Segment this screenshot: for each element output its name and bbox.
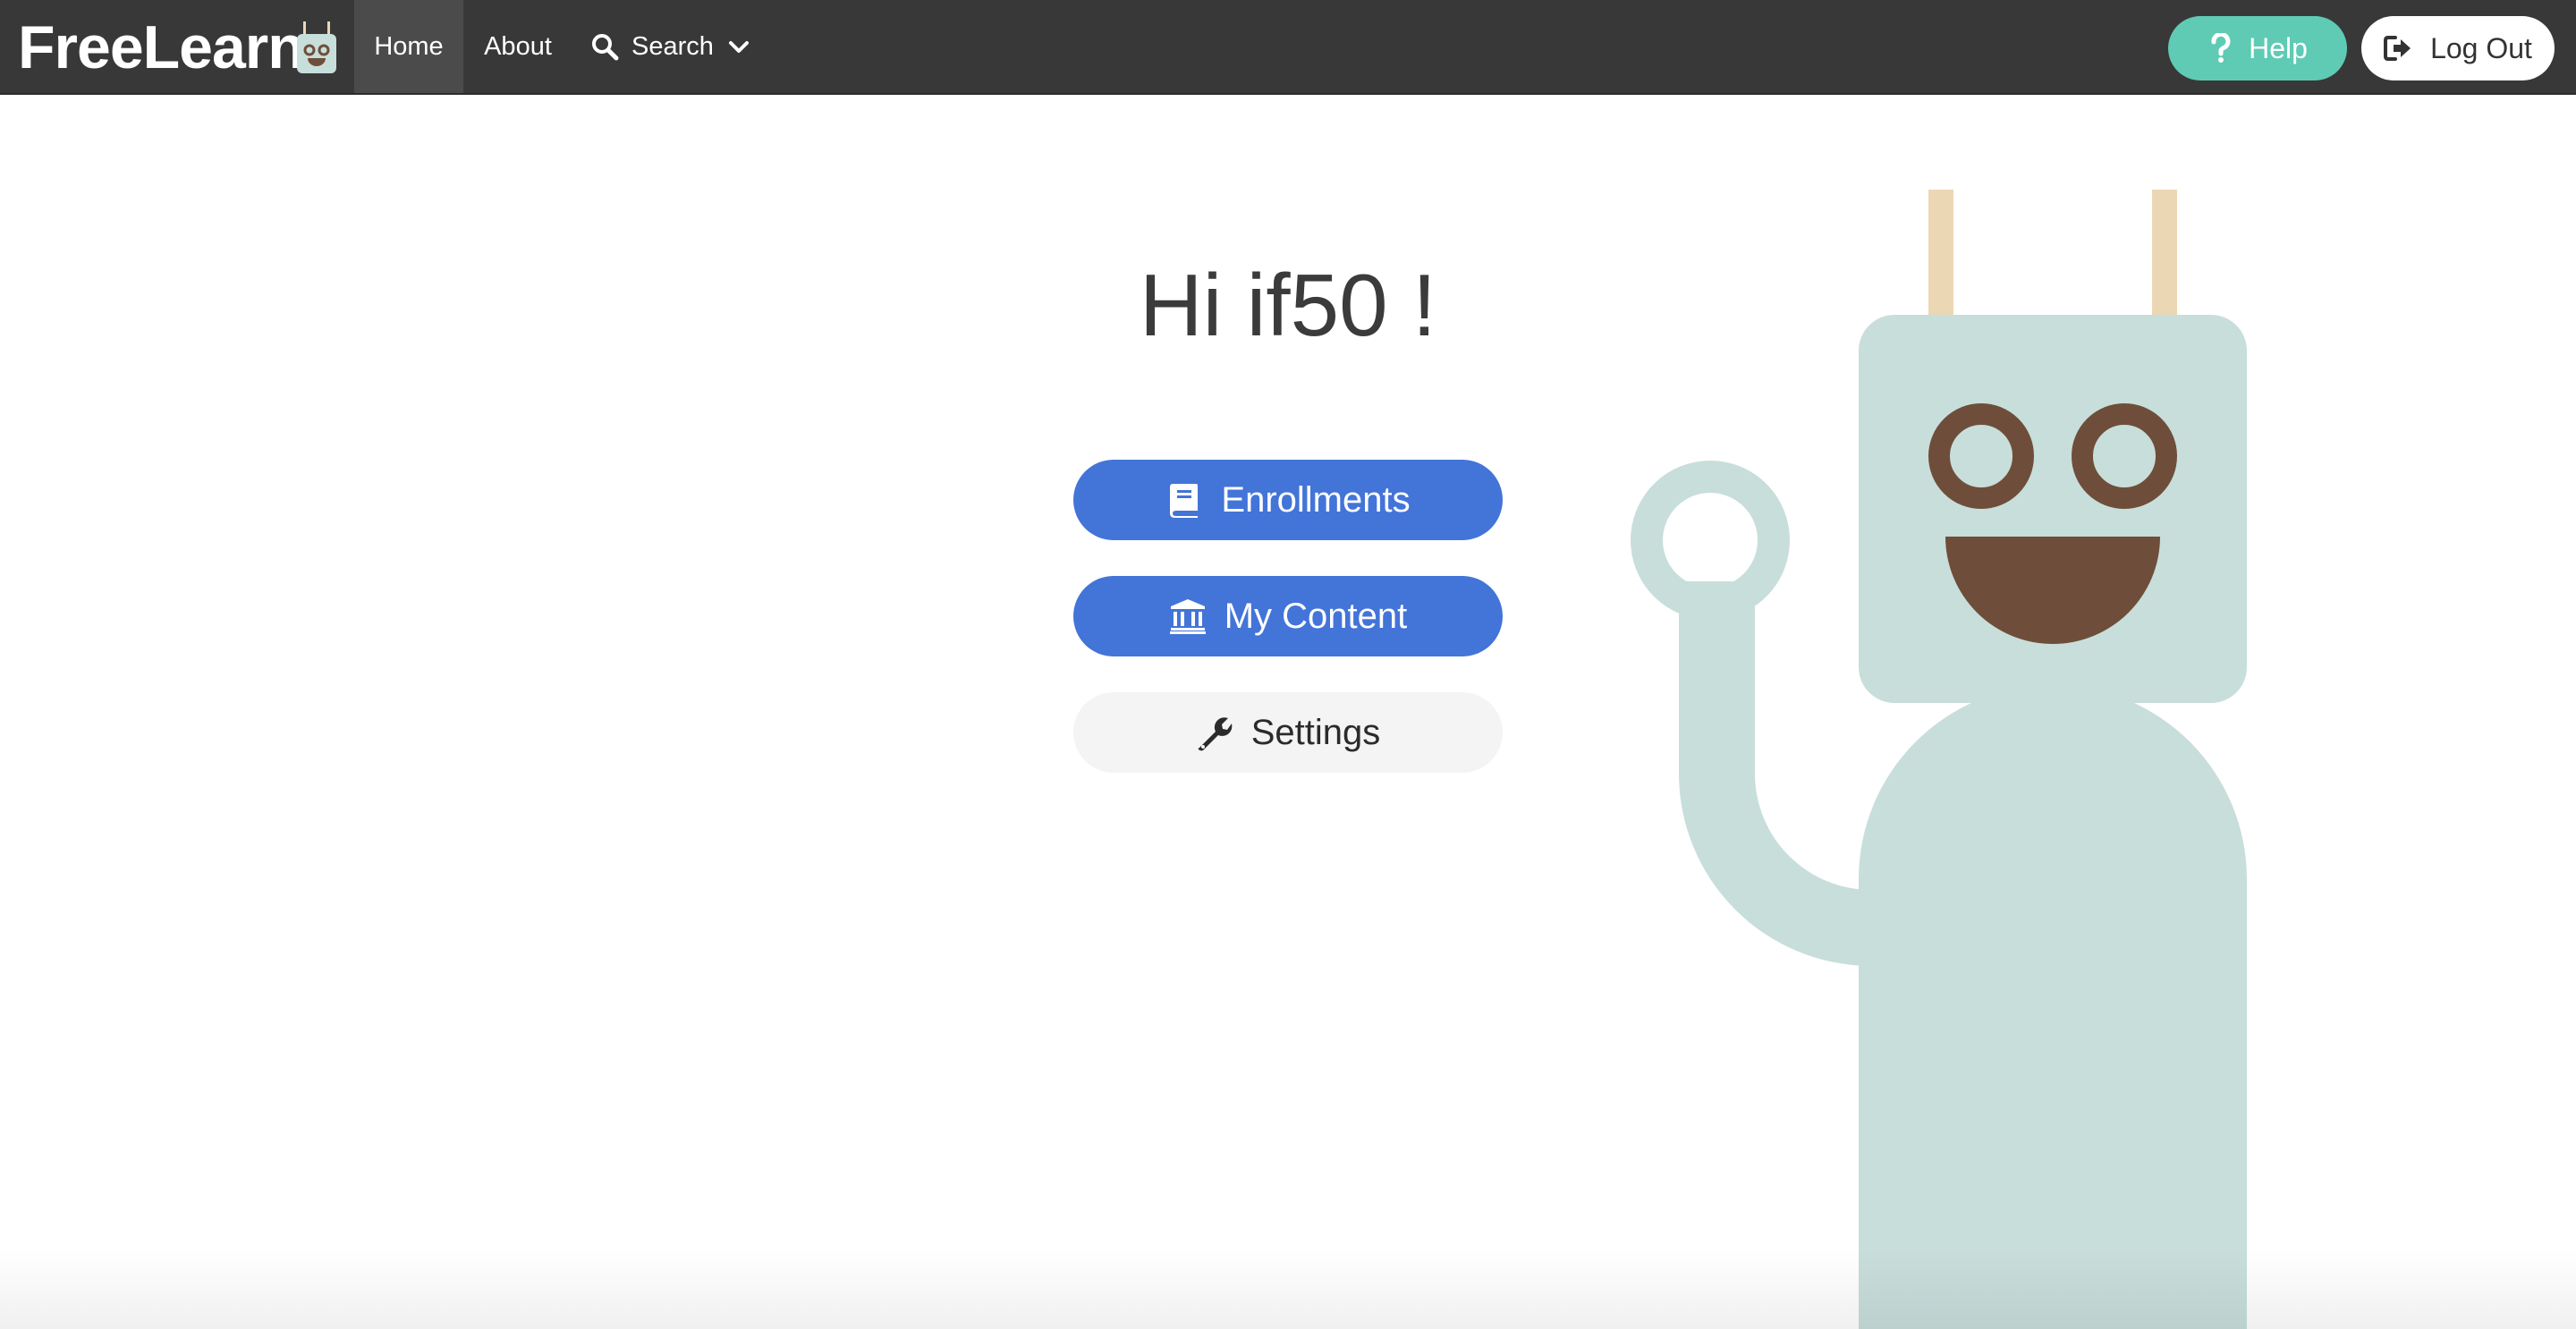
book-icon [1165, 481, 1203, 519]
help-label: Help [2249, 31, 2308, 64]
top-navbar: FreeLearn Home About Search Help Log Out [0, 0, 2576, 95]
nav-home-link[interactable]: Home [354, 0, 463, 93]
search-icon [590, 32, 619, 61]
robot-body [1859, 685, 2247, 1329]
enrollments-button[interactable]: Enrollments [1073, 460, 1503, 540]
logout-button[interactable]: Log Out [2361, 16, 2555, 80]
chevron-down-icon [728, 36, 750, 57]
robot-illustration [1631, 190, 2247, 1329]
nav-about-link[interactable]: About [463, 0, 572, 93]
nav-search-dropdown[interactable]: Search [590, 0, 757, 93]
page-greeting: Hi if50 ! [1139, 256, 1437, 354]
robot-logo-icon[interactable] [295, 21, 338, 77]
my-content-label: My Content [1224, 596, 1408, 636]
robot-antennas [1928, 190, 2177, 317]
help-button[interactable]: Help [2168, 16, 2347, 80]
question-icon [2207, 33, 2234, 63]
my-content-button[interactable]: My Content [1073, 576, 1503, 656]
settings-label: Settings [1250, 712, 1381, 752]
nav-about-label: About [484, 31, 552, 61]
settings-button[interactable]: Settings [1073, 692, 1503, 773]
institution-icon [1169, 597, 1207, 635]
nav-search-label: Search [631, 31, 714, 61]
robot-arm [1679, 581, 1871, 966]
sign-out-icon [2384, 34, 2412, 63]
wrench-icon [1196, 714, 1233, 751]
enrollments-label: Enrollments [1221, 479, 1411, 520]
robot-head [1859, 315, 2247, 703]
brand-name[interactable]: FreeLearn [18, 13, 305, 81]
nav-home-label: Home [374, 31, 444, 61]
logout-label: Log Out [2430, 31, 2532, 64]
